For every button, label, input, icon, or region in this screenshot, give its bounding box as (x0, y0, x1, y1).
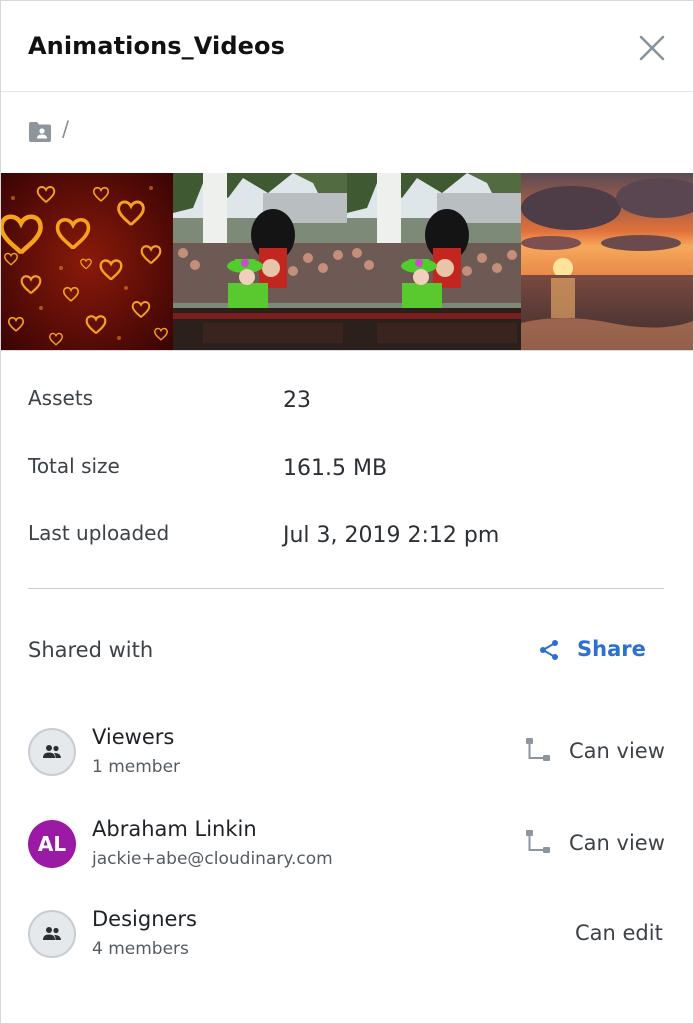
group-avatar (28, 728, 76, 776)
member-row-viewers: Viewers 1 member Can view (1, 723, 693, 793)
section-divider (28, 588, 664, 589)
close-button[interactable] (637, 33, 667, 63)
last-uploaded-value: Jul 3, 2019 2:12 pm (283, 523, 500, 548)
shared-with-label: Shared with (28, 638, 154, 662)
panel-header: Animations_Videos (1, 1, 693, 92)
share-icon (540, 640, 558, 660)
shared-folder-icon[interactable] (28, 121, 52, 143)
member-email: jackie+abe@cloudinary.com (92, 849, 333, 869)
carriage-thumbnail[interactable] (173, 173, 347, 350)
inherited-permission-icon (526, 738, 550, 761)
carriage-thumbnail-2[interactable] (347, 173, 521, 350)
member-name: Abraham Linkin (92, 817, 257, 841)
member-count: 4 members (92, 939, 189, 959)
assets-value: 23 (283, 388, 311, 413)
share-label: Share (577, 637, 646, 661)
folder-details-panel: Animations_Videos / Assets 23 Total size… (0, 0, 694, 1024)
avatar: AL (28, 820, 76, 868)
total-size-value: 161.5 MB (283, 456, 388, 481)
group-avatar (28, 910, 76, 958)
assets-label: Assets (28, 386, 94, 410)
permission-dropdown[interactable]: Can view (569, 739, 665, 763)
folder-title: Animations_Videos (28, 32, 285, 60)
breadcrumb-separator: / (62, 117, 70, 141)
permission-dropdown[interactable]: Can view (569, 831, 665, 855)
sunset-thumbnail[interactable] (521, 173, 693, 350)
member-name: Designers (92, 907, 197, 931)
close-icon (639, 35, 665, 61)
hearts-thumbnail[interactable] (1, 173, 173, 350)
permission-dropdown[interactable]: Can edit (575, 921, 663, 945)
last-uploaded-label: Last uploaded (28, 521, 170, 545)
folder-path (1, 92, 693, 173)
member-row-abraham-linkin: AL Abraham Linkin jackie+abe@cloudinary.… (1, 815, 693, 885)
inherited-permission-icon (526, 830, 550, 853)
thumbnail-strip[interactable] (1, 173, 693, 351)
member-name: Viewers (92, 725, 175, 749)
member-count: 1 member (92, 757, 181, 777)
member-row-designers: Designers 4 members Can edit (1, 905, 693, 975)
group-icon (43, 745, 61, 758)
group-icon (43, 927, 61, 940)
total-size-label: Total size (28, 454, 120, 478)
